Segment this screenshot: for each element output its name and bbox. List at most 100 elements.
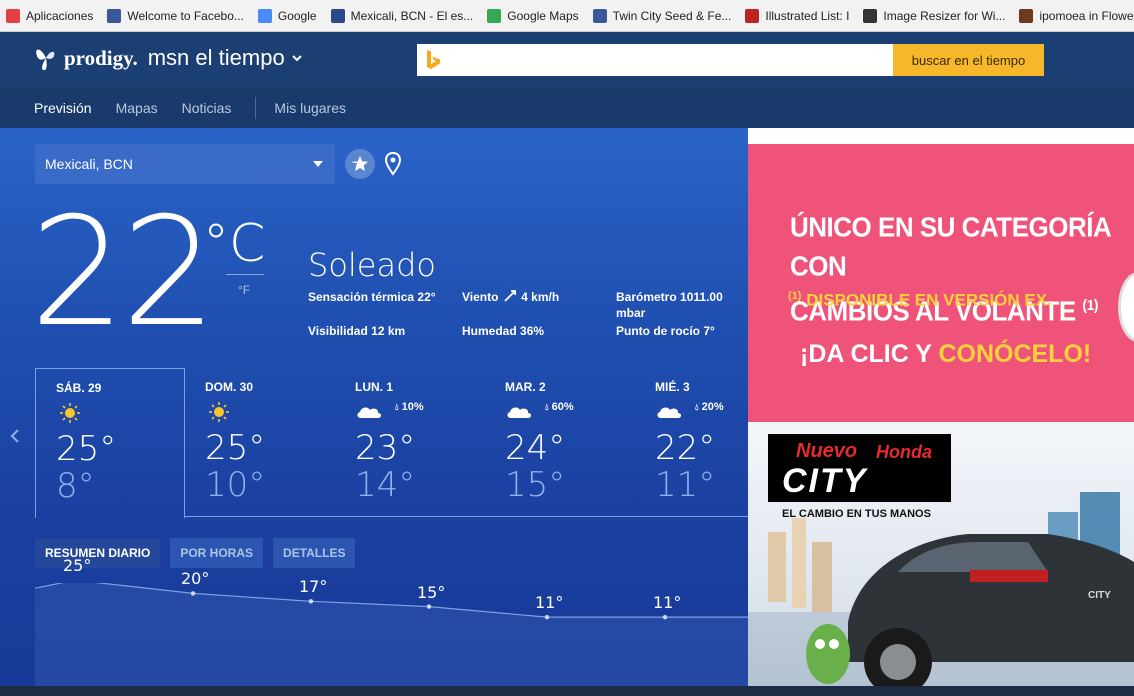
butterfly-logo-icon bbox=[36, 49, 55, 71]
bookmark-5[interactable]: Twin City Seed & Fe... bbox=[592, 8, 732, 23]
detail-value: 1011.00 bbox=[680, 290, 723, 304]
graph-label: 20° bbox=[181, 569, 210, 589]
precip-chance: 💧︎ 60% bbox=[545, 401, 574, 413]
day-high: 22° bbox=[655, 428, 716, 468]
ad-sub-footnote: (1) bbox=[788, 290, 802, 302]
ad-cta-text: ¡DA CLIC Y bbox=[800, 340, 932, 368]
star-plus-icon bbox=[351, 156, 368, 171]
bookmark-label: Welcome to Facebo... bbox=[127, 8, 244, 23]
forecast-day[interactable]: LUN. 1 💧︎ 10% 23° 14° bbox=[335, 368, 485, 518]
brand[interactable]: prodigy. msn el tiempo bbox=[34, 44, 303, 72]
search-box bbox=[417, 44, 893, 76]
nav-mapas[interactable]: Mapas bbox=[116, 100, 158, 116]
brand-name: prodigy. bbox=[64, 45, 138, 70]
wind-arrow-icon bbox=[504, 290, 517, 302]
detail-key: Visibilidad bbox=[308, 324, 368, 338]
graph-point bbox=[544, 614, 550, 620]
temperature-graph: 25° 20° 17° 15° 11° 11° bbox=[34, 556, 748, 696]
detail-key: Punto de rocío bbox=[616, 324, 700, 338]
ad-banner-bottom[interactable]: Nuevo Honda CITY EL CAMBIO EN TUS MANOS … bbox=[748, 422, 1134, 696]
apps-grid-icon bbox=[6, 8, 20, 23]
detail-value: 36% bbox=[520, 324, 545, 338]
detail-barometer-unit: mbar bbox=[616, 306, 645, 320]
unit-celsius[interactable]: °C bbox=[203, 214, 265, 274]
bookmark-1[interactable]: Welcome to Facebo... bbox=[107, 8, 244, 23]
detail-value: 22° bbox=[417, 290, 436, 304]
bookmark-label: Image Resizer for Wi... bbox=[883, 8, 1006, 23]
location-value: Mexicali, BCN bbox=[45, 156, 133, 172]
forecast-divider bbox=[185, 516, 748, 517]
forecast-day[interactable]: MAR. 2 💧︎ 60% 24° 15° bbox=[485, 368, 635, 518]
detail-value: 7° bbox=[703, 324, 715, 338]
ad-cta[interactable]: ¡DA CLIC Y CONÓCELO! bbox=[800, 340, 1091, 369]
sun-icon bbox=[205, 402, 233, 422]
graph-label: 25° bbox=[63, 556, 92, 576]
tab-por-horas[interactable]: POR HORAS bbox=[170, 538, 264, 568]
logo-honda: Honda bbox=[876, 442, 932, 462]
add-favorite-button[interactable] bbox=[345, 149, 375, 179]
location-select[interactable]: Mexicali, BCN bbox=[35, 144, 335, 184]
detail-key: Sensación térmica bbox=[308, 290, 415, 304]
detail-key: Viento bbox=[462, 290, 499, 304]
taskbar bbox=[0, 686, 1134, 696]
search-button[interactable]: buscar en el tiempo bbox=[893, 44, 1044, 76]
detail-feels-like: Sensación térmica 22° bbox=[308, 290, 436, 304]
ad-sub-text: DISPONIBLE EN VERSIÓN EX. bbox=[806, 290, 1052, 310]
bookmark-3[interactable]: Mexicali, BCN - El es... bbox=[330, 8, 473, 23]
nav-noticias[interactable]: Noticias bbox=[182, 100, 232, 116]
chevron-left-icon[interactable] bbox=[10, 428, 20, 444]
tab-resumen-diario[interactable]: RESUMEN DIARIO bbox=[35, 538, 161, 568]
day-label: DOM. 30 bbox=[205, 380, 254, 394]
sun-icon bbox=[56, 403, 84, 423]
nav-prevision[interactable]: Previsión bbox=[34, 100, 92, 116]
graph-point bbox=[662, 614, 668, 620]
precip-chance: 💧︎ 10% bbox=[395, 401, 424, 413]
current-temperature: 22 bbox=[30, 186, 217, 360]
weather-panel: Mexicali, BCN 22 °C °F Soleado Sensación… bbox=[0, 128, 748, 696]
bookmark-0[interactable]: Aplicaciones bbox=[6, 8, 94, 23]
forecast-day[interactable]: MIÉ. 3 💧︎ 20% 22° 11° bbox=[635, 368, 748, 518]
detail-wind: Viento 4 km/h bbox=[462, 290, 559, 304]
advertisement[interactable]: ÚNICO EN SU CATEGORÍA CON CAMBIOS AL VOL… bbox=[748, 128, 1134, 696]
facebook-icon bbox=[107, 8, 122, 23]
facebook-icon bbox=[592, 8, 607, 23]
bookmark-label: Aplicaciones bbox=[26, 8, 94, 23]
temperature-graph-svg bbox=[34, 578, 748, 696]
flowers-icon bbox=[1019, 8, 1034, 23]
graph-point bbox=[426, 604, 432, 609]
raindrop-icon: 💧︎ bbox=[395, 402, 399, 412]
detail-key: Barómetro bbox=[616, 290, 677, 304]
tab-detalles[interactable]: DETALLES bbox=[273, 538, 356, 568]
day-low: 15° bbox=[505, 465, 566, 505]
graph-label: 15° bbox=[417, 582, 446, 602]
ad-banner-top[interactable]: ÚNICO EN SU CATEGORÍA CON CAMBIOS AL VOL… bbox=[748, 144, 1134, 422]
day-label: MAR. 2 bbox=[505, 380, 546, 394]
bookmark-label: Twin City Seed & Fe... bbox=[612, 8, 732, 23]
day-label: MIÉ. 3 bbox=[655, 380, 690, 394]
bookmarks-bar: Aplicaciones Welcome to Facebo... Google Me… bbox=[0, 0, 1134, 32]
bookmark-2[interactable]: Google bbox=[257, 8, 317, 23]
day-high: 23° bbox=[355, 428, 416, 468]
bookmark-4[interactable]: Google Maps bbox=[487, 8, 579, 23]
unit-fahrenheit[interactable]: °F bbox=[238, 283, 250, 297]
nav-mis-lugares[interactable]: Mis lugares bbox=[274, 100, 346, 116]
forecast-day[interactable]: DOM. 30 25° 10° bbox=[185, 368, 335, 518]
bookmark-6[interactable]: Illustrated List: I bbox=[745, 8, 849, 23]
bookmark-label: Google Maps bbox=[507, 8, 579, 23]
graph-label: 11° bbox=[653, 593, 682, 613]
logo-nuevo: Nuevo bbox=[796, 440, 858, 462]
forecast-day[interactable]: SÁB. 29 25° 8° bbox=[35, 368, 185, 518]
logo-city: CITY bbox=[782, 462, 868, 500]
detail-key: Humedad bbox=[462, 324, 517, 338]
day-low: 11° bbox=[655, 465, 716, 505]
google-icon bbox=[257, 8, 272, 23]
day-low: 8° bbox=[56, 466, 95, 506]
location-pin-icon[interactable] bbox=[384, 152, 402, 176]
bookmark-8[interactable]: ipomoea in Flowers,... bbox=[1019, 8, 1134, 23]
ad-plate: CITY bbox=[1088, 590, 1111, 601]
site-header: prodigy. msn el tiempo buscar en el tiem… bbox=[0, 32, 1134, 88]
graph-label: 17° bbox=[299, 577, 328, 597]
bing-logo-icon bbox=[427, 50, 440, 69]
bookmark-7[interactable]: Image Resizer for Wi... bbox=[863, 8, 1006, 23]
search-input[interactable] bbox=[451, 44, 891, 76]
